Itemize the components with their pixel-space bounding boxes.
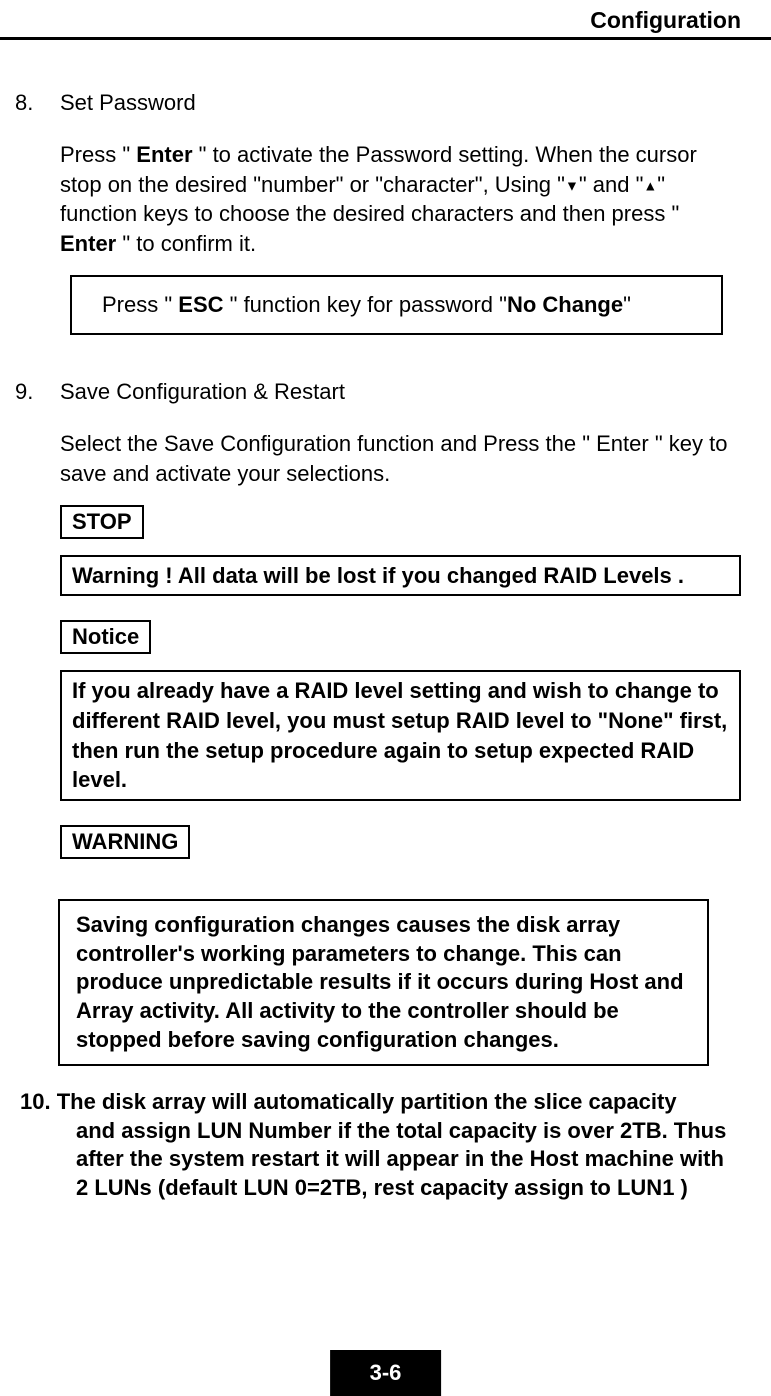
item-8-paragraph: Press " Enter " to activate the Password…	[60, 140, 741, 259]
item-9-paragraph: Select the Save Configuration function a…	[60, 429, 741, 488]
item-10-continuation: and assign LUN Number if the total capac…	[20, 1117, 731, 1203]
text-seg: " and "	[579, 172, 644, 197]
text-seg: "	[623, 292, 631, 317]
header-title: Configuration	[590, 7, 741, 33]
text-esc: ESC	[178, 292, 223, 317]
item-10: 10. The disk array will automatically pa…	[10, 1086, 741, 1202]
item-9-number: 9.	[10, 379, 60, 875]
page-number: 3-6	[370, 1360, 402, 1385]
warning-label: WARNING	[60, 825, 190, 859]
page-content: 8. Set Password Press " Enter " to activ…	[0, 40, 771, 1203]
text-seg: " to confirm it.	[116, 231, 256, 256]
warning-text-box: Saving configuration changes causes the …	[58, 899, 709, 1066]
item-9-title: Save Configuration & Restart	[60, 379, 741, 405]
item-8-body: Set Password Press " Enter " to activate…	[60, 90, 741, 355]
stop-section: STOP Warning ! All data will be lost if …	[60, 505, 741, 597]
up-arrow-icon: ▲	[643, 177, 657, 193]
item-9-body: Save Configuration & Restart Select the …	[60, 379, 741, 875]
item-10-line1: 10. The disk array will automatically pa…	[20, 1088, 731, 1117]
text-nochange: No Change	[507, 292, 623, 317]
notice-text-box: If you already have a RAID level setting…	[60, 670, 741, 801]
stop-warning-box: Warning ! All data will be lost if you c…	[60, 555, 741, 597]
text-seg: " function key for password "	[224, 292, 507, 317]
item-8-number: 8.	[10, 90, 60, 355]
item-8-esc-box: Press " ESC " function key for password …	[70, 275, 723, 336]
text-enter: Enter	[136, 142, 192, 167]
text-enter: Enter	[60, 231, 116, 256]
page-header: Configuration	[0, 0, 771, 40]
notice-label: Notice	[60, 620, 151, 654]
notice-section: Notice If you already have a RAID level …	[60, 620, 741, 801]
item-8: 8. Set Password Press " Enter " to activ…	[10, 90, 741, 355]
text-seg: Press "	[60, 142, 136, 167]
item-9: 9. Save Configuration & Restart Select t…	[10, 379, 741, 875]
item-8-title: Set Password	[60, 90, 741, 116]
warning-section: WARNING	[60, 825, 741, 875]
page-footer: 3-6	[330, 1350, 442, 1396]
text-seg: Press "	[102, 292, 178, 317]
stop-label: STOP	[60, 505, 144, 539]
down-arrow-icon: ▼	[565, 177, 579, 193]
